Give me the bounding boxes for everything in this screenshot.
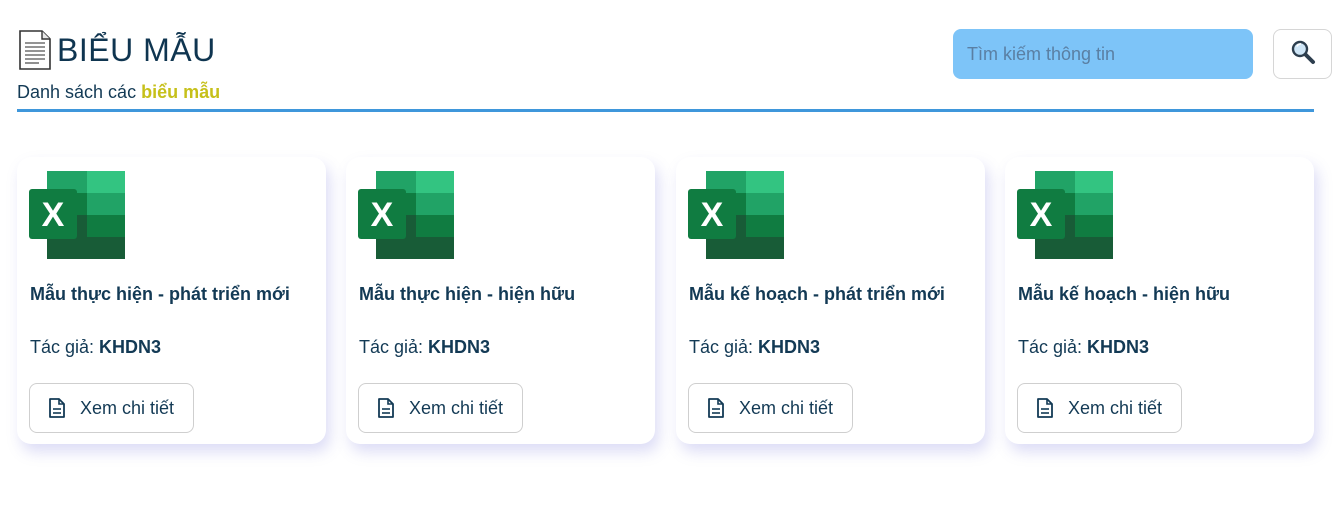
- form-card: X Mẫu kế hoạch - phát triển mới Tác giả:…: [676, 157, 985, 444]
- svg-text:X: X: [1030, 196, 1053, 234]
- author-name: KHDN3: [99, 337, 162, 357]
- card-author: Tác giả: KHDN3: [1018, 337, 1149, 358]
- view-detail-label: Xem chi tiết: [409, 397, 504, 418]
- card-title: Mẫu thực hiện - hiện hữu: [359, 284, 576, 304]
- excel-icon: X: [688, 171, 784, 259]
- header-divider: [17, 109, 1314, 112]
- view-detail-label: Xem chi tiết: [1068, 397, 1163, 418]
- svg-text:X: X: [371, 196, 394, 234]
- search-box[interactable]: [953, 29, 1253, 79]
- svg-text:X: X: [701, 196, 724, 234]
- card-title: Mẫu kế hoạch - hiện hữu: [1018, 284, 1231, 304]
- form-card: X Mẫu thực hiện - phát triển mới Tác giả…: [17, 157, 326, 444]
- view-detail-button[interactable]: Xem chi tiết: [688, 383, 853, 433]
- file-icon: [378, 398, 394, 418]
- author-name: KHDN3: [1087, 337, 1150, 357]
- view-detail-label: Xem chi tiết: [80, 397, 175, 418]
- view-detail-label: Xem chi tiết: [739, 397, 834, 418]
- search-input[interactable]: [965, 42, 1241, 66]
- excel-icon: X: [358, 171, 454, 259]
- excel-icon: X: [29, 171, 125, 259]
- page-subtitle: Danh sách các biểu mẫu: [17, 82, 220, 103]
- card-author: Tác giả: KHDN3: [30, 337, 161, 358]
- svg-text:X: X: [42, 196, 65, 234]
- card-title: Mẫu kế hoạch - phát triển mới: [689, 284, 945, 304]
- card-author: Tác giả: KHDN3: [689, 337, 820, 358]
- author-label: Tác giả:: [30, 337, 95, 357]
- author-name: KHDN3: [758, 337, 821, 357]
- author-label: Tác giả:: [1018, 337, 1083, 357]
- author-label: Tác giả:: [689, 337, 754, 357]
- page-title: BIỂU MẪU: [57, 31, 216, 68]
- document-icon: [17, 30, 53, 70]
- view-detail-button[interactable]: Xem chi tiết: [1017, 383, 1182, 433]
- form-card: X Mẫu kế hoạch - hiện hữu Tác giả: KHDN3…: [1005, 157, 1314, 444]
- form-card: X Mẫu thực hiện - hiện hữu Tác giả: KHDN…: [346, 157, 655, 444]
- author-label: Tác giả:: [359, 337, 424, 357]
- view-detail-button[interactable]: Xem chi tiết: [358, 383, 523, 433]
- file-icon: [708, 398, 724, 418]
- subtitle-prefix: Danh sách các: [17, 82, 137, 102]
- magnifier-icon: [1290, 39, 1316, 70]
- excel-icon: X: [1017, 171, 1113, 259]
- file-icon: [1037, 398, 1053, 418]
- card-author: Tác giả: KHDN3: [359, 337, 490, 358]
- card-title: Mẫu thực hiện - phát triển mới: [30, 284, 290, 304]
- search-button[interactable]: [1273, 29, 1332, 79]
- view-detail-button[interactable]: Xem chi tiết: [29, 383, 194, 433]
- subtitle-highlight: biểu mẫu: [141, 82, 221, 102]
- file-icon: [49, 398, 65, 418]
- author-name: KHDN3: [428, 337, 491, 357]
